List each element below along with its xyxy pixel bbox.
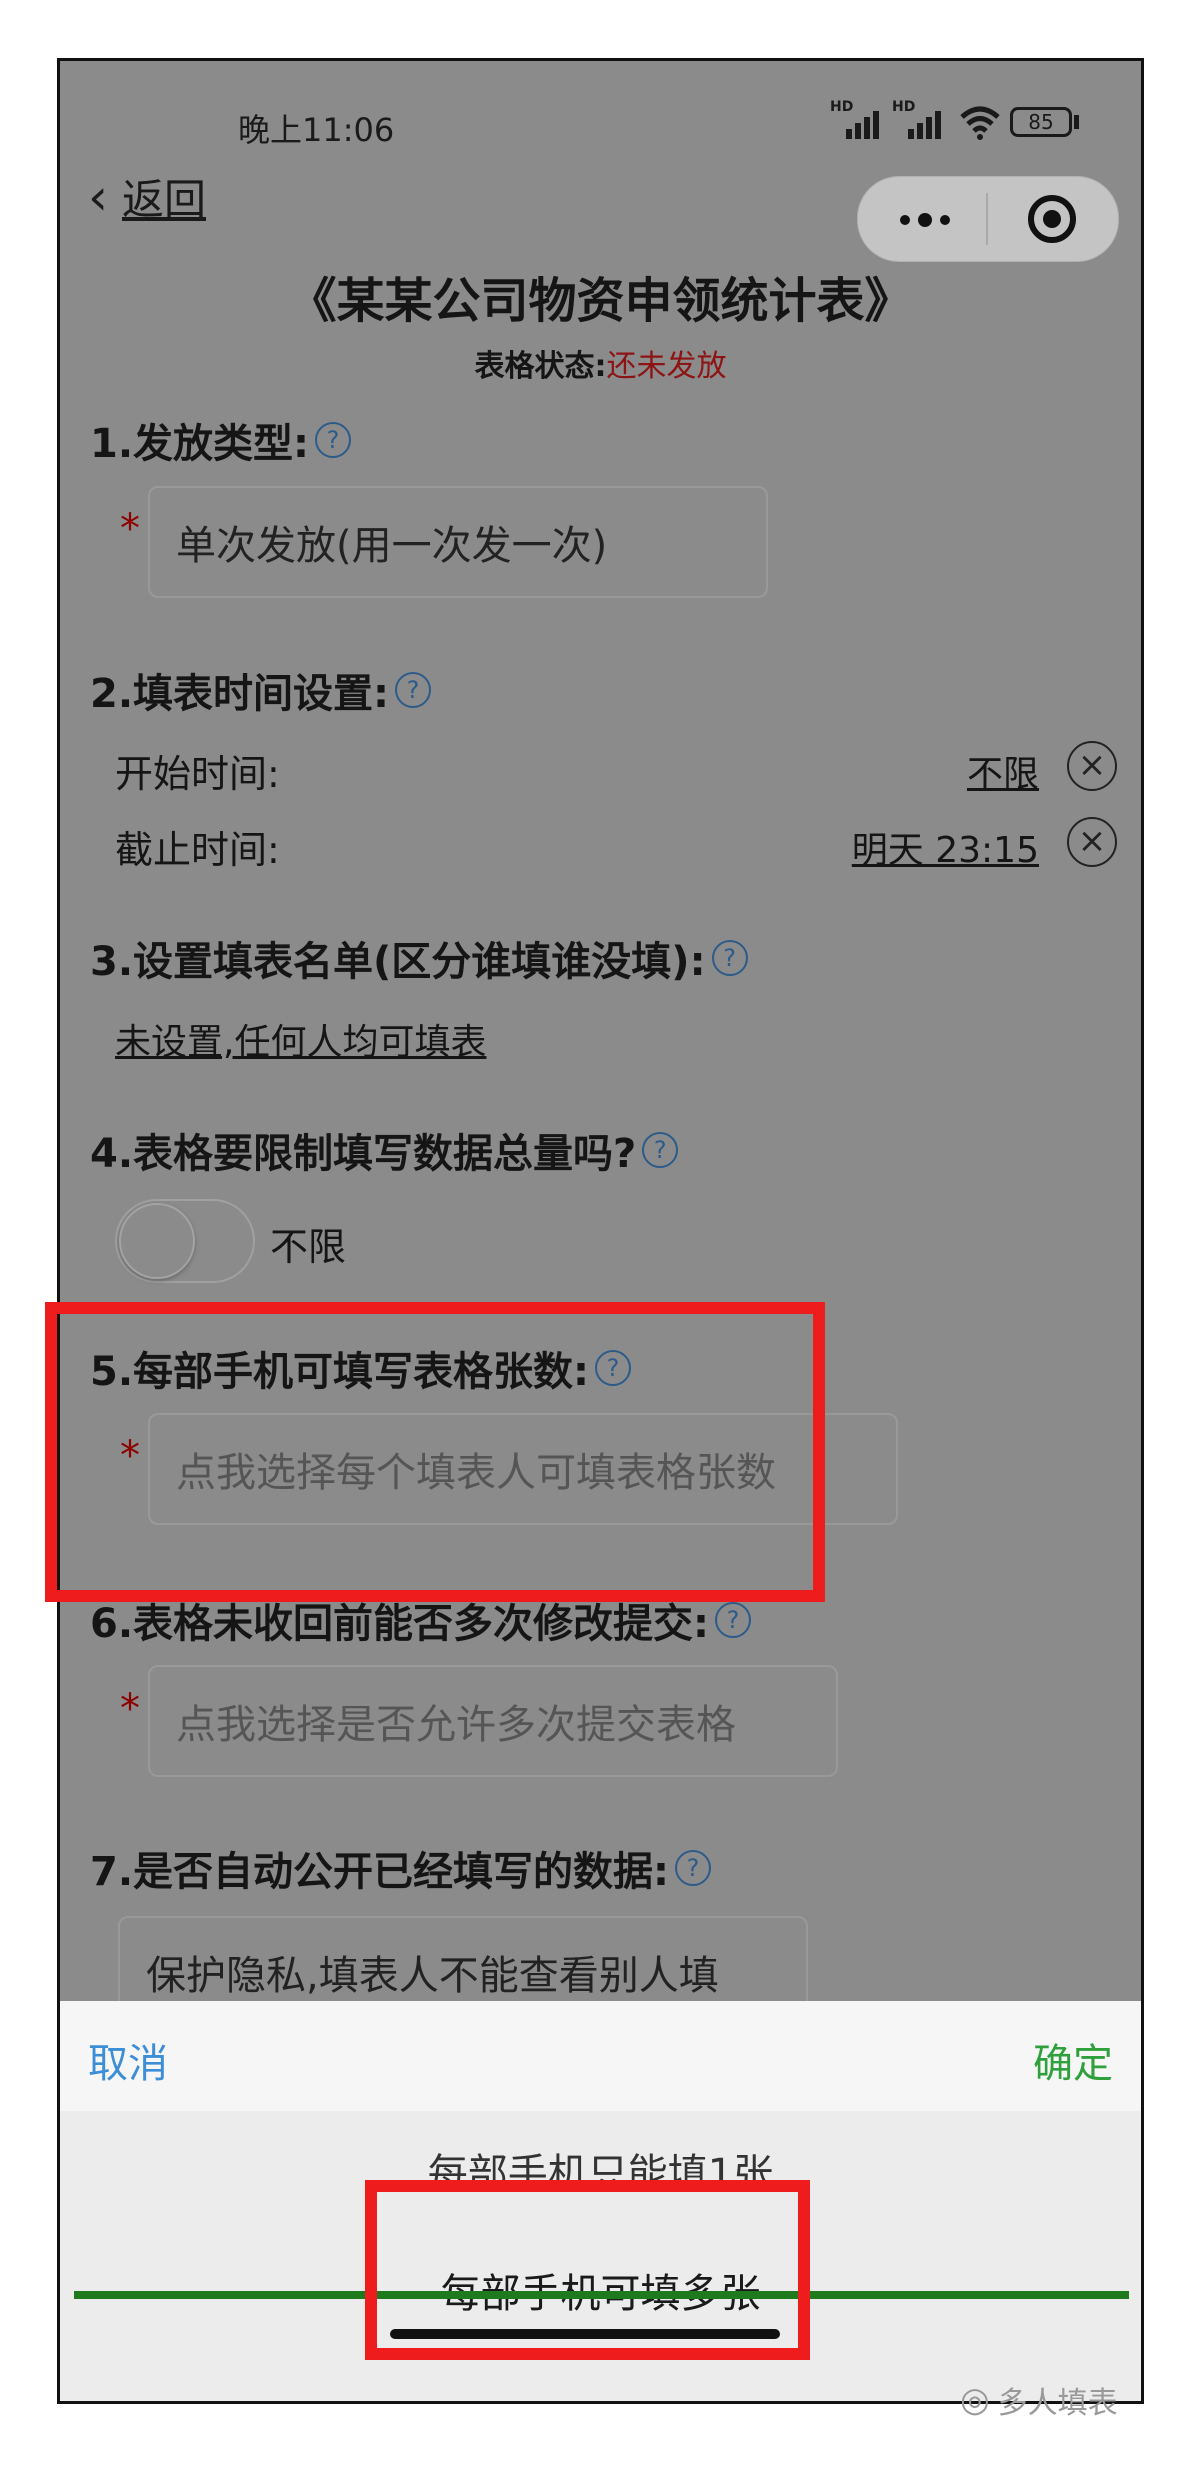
help-icon[interactable]: ?	[675, 1850, 712, 1886]
q2-label: 2.填表时间设置: ?	[90, 661, 432, 719]
form-title: 《某某公司物资申领统计表》	[288, 273, 913, 329]
q3-label: 3.设置填表名单(区分谁填谁没填): ?	[90, 929, 748, 987]
close-mini-program-icon[interactable]	[1028, 195, 1076, 243]
battery-tip	[1074, 115, 1079, 129]
clear-end-time-icon[interactable]: ×	[1067, 817, 1117, 867]
signal-icon-1: HD	[830, 99, 890, 143]
help-icon[interactable]: ?	[711, 940, 748, 976]
limit-toggle[interactable]	[115, 1199, 255, 1283]
mini-program-capsule	[857, 176, 1119, 262]
fill-list-link[interactable]: 未设置,任何人均可填表	[115, 1013, 486, 1065]
highlight-box-q5	[45, 1302, 825, 1602]
toggle-label: 不限	[270, 1225, 347, 1269]
back-label: 返回	[122, 175, 207, 224]
start-time-value[interactable]: 不限	[967, 745, 1039, 797]
help-icon[interactable]: ?	[395, 672, 432, 708]
required-mark: *	[120, 506, 140, 552]
back-button[interactable]: ‹ 返回	[88, 166, 206, 227]
battery-level: 85	[1028, 110, 1054, 134]
battery-icon: 85	[1010, 107, 1072, 137]
q4-label: 4.表格要限制填写数据总量吗? ?	[90, 1121, 679, 1179]
dispatch-type-field[interactable]: 单次发放(用一次发一次)	[148, 486, 768, 598]
clear-start-time-icon[interactable]: ×	[1067, 741, 1117, 791]
start-time-label: 开始时间:	[115, 752, 280, 796]
signal-icon-2: HD	[892, 99, 952, 143]
watermark: ◎ 多人填表	[960, 2380, 1118, 2421]
wifi-icon	[960, 106, 1000, 140]
form-status: 表格状态:还未发放	[60, 341, 1141, 385]
wechat-icon: ◎	[960, 2380, 990, 2420]
q7-label: 7.是否自动公开已经填写的数据: ?	[90, 1839, 712, 1897]
more-icon[interactable]	[896, 203, 958, 233]
help-icon[interactable]: ?	[315, 422, 352, 458]
confirm-button[interactable]: 确定	[1033, 2031, 1113, 2089]
end-time-label: 截止时间:	[115, 828, 280, 872]
status-label: 表格状态:	[474, 349, 607, 384]
toggle-knob	[119, 1203, 195, 1279]
capsule-divider	[986, 193, 988, 245]
multi-submit-field[interactable]: 点我选择是否允许多次提交表格	[148, 1665, 838, 1777]
status-value: 还未发放	[606, 349, 727, 384]
required-mark: *	[120, 1686, 140, 1732]
status-time: 晚上11:06	[238, 111, 395, 149]
cancel-button[interactable]: 取消	[88, 2031, 168, 2089]
picker-header: 取消 确定	[60, 2001, 1141, 2111]
q1-label: 1.发放类型: ?	[90, 411, 352, 469]
chevron-left-icon: ‹	[88, 167, 108, 226]
highlight-box-option	[365, 2180, 810, 2360]
phone-frame: 晚上11:06 HD HD 85 ‹ 返回 《某某公司物资申领统计表》 表格状态…	[57, 58, 1144, 2404]
help-icon[interactable]: ?	[642, 1132, 679, 1168]
status-bar: 晚上11:06 HD HD 85	[60, 61, 1141, 181]
help-icon[interactable]: ?	[715, 1602, 752, 1638]
end-time-value[interactable]: 明天 23:15	[852, 821, 1039, 873]
